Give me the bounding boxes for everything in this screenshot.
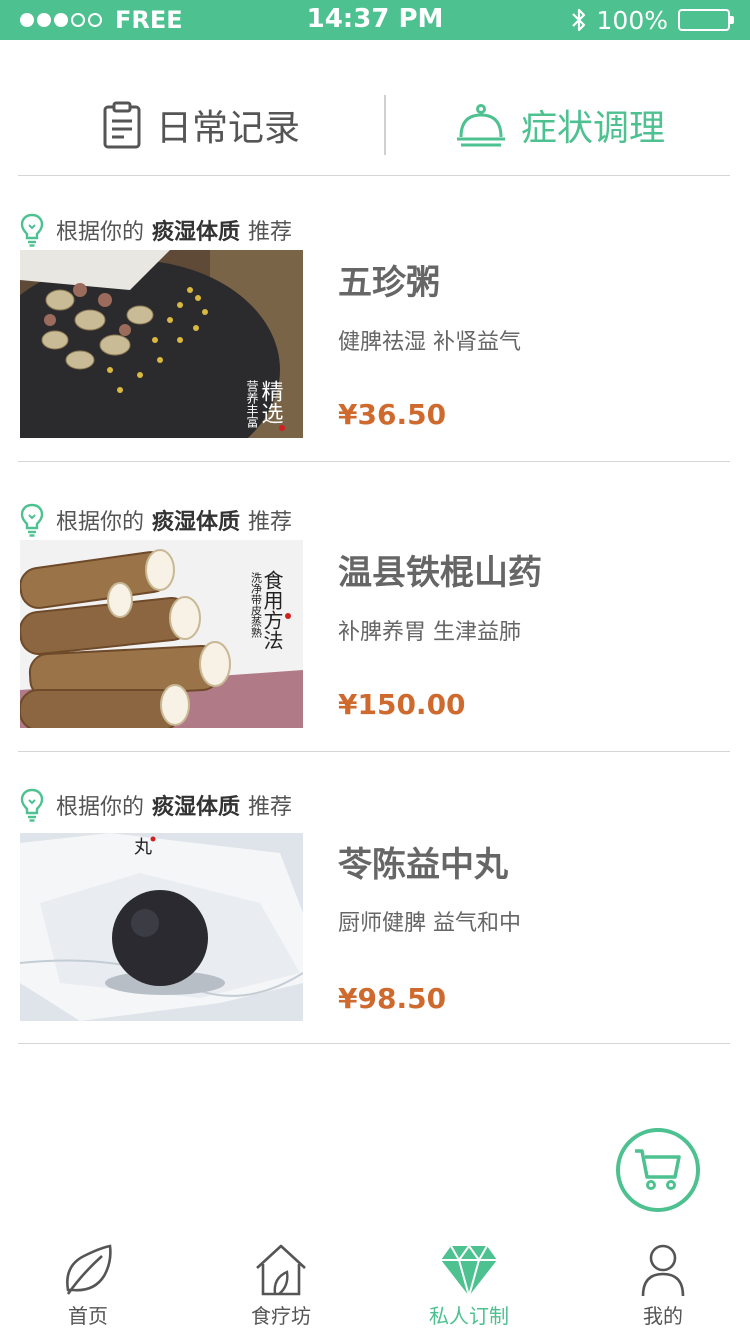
product-card[interactable]: 根据你的 痰湿体质 推荐 丸 苓陈益中丸 厨师健脾 益气和中 ¥98.50 xyxy=(0,785,750,1075)
rec-suffix: 推荐 xyxy=(248,510,293,535)
product-image[interactable]: 食用方法 洗净带皮蒸熟 xyxy=(20,540,303,728)
image-caption: 精选 xyxy=(258,380,284,424)
rec-prefix: 根据你的 xyxy=(56,510,145,535)
product-price: ¥98.50 xyxy=(338,982,447,1015)
divider xyxy=(18,175,730,176)
rec-suffix: 推荐 xyxy=(248,795,293,820)
tab-divider xyxy=(384,95,386,155)
recommendation-note: 根据你的 痰湿体质 推荐 xyxy=(20,210,292,250)
rec-suffix: 推荐 xyxy=(248,220,293,245)
rec-prefix: 根据你的 xyxy=(56,795,145,820)
lightbulb-icon xyxy=(20,788,44,822)
tab-home-label: 首页 xyxy=(68,1304,108,1328)
product-description: 厨师健脾 益气和中 xyxy=(338,911,521,936)
lightbulb-icon xyxy=(20,213,44,247)
tab-food-therapy[interactable]: 食疗坊 xyxy=(211,1234,351,1334)
tab-profile-label: 我的 xyxy=(643,1304,683,1328)
divider xyxy=(18,1043,730,1044)
constitution-type: 痰湿体质 xyxy=(152,220,241,245)
bottom-tab-bar: 首页 食疗坊 私人订制 我的 xyxy=(0,1234,750,1334)
product-price: ¥36.50 xyxy=(338,398,447,431)
tab-symptom-label: 症状调理 xyxy=(521,108,666,149)
recommendation-note: 根据你的 痰湿体质 推荐 xyxy=(20,500,292,540)
clipboard-icon xyxy=(103,101,141,149)
product-name[interactable]: 苓陈益中丸 xyxy=(338,837,508,886)
battery-percent: 100% xyxy=(596,5,668,35)
divider xyxy=(18,751,730,752)
product-price: ¥150.00 xyxy=(338,688,466,721)
cloche-icon xyxy=(457,104,505,147)
status-bar: FREE 14:37 PM 100% xyxy=(0,0,750,40)
user-icon xyxy=(641,1244,685,1297)
house-icon xyxy=(256,1244,306,1296)
tab-symptom-care[interactable]: 症状调理 xyxy=(455,95,665,155)
leaf-icon xyxy=(66,1244,112,1295)
product-name[interactable]: 温县铁棍山药 xyxy=(338,545,542,594)
image-caption: 食用方法 xyxy=(260,570,284,650)
tab-food-therapy-label: 食疗坊 xyxy=(251,1304,311,1328)
tab-private-custom-label: 私人订制 xyxy=(429,1304,509,1328)
product-description: 补脾养胃 生津益肺 xyxy=(338,620,521,645)
recommendation-note: 根据你的 痰湿体质 推荐 xyxy=(20,785,292,825)
tab-profile[interactable]: 我的 xyxy=(593,1234,733,1334)
bluetooth-icon xyxy=(571,8,585,32)
rec-prefix: 根据你的 xyxy=(56,220,145,245)
tab-daily-label: 日常记录 xyxy=(156,108,301,149)
product-card[interactable]: 根据你的 痰湿体质 推荐 食用方法 洗净带皮蒸熟 温县铁棍山药 补脾养胃 生津益… xyxy=(0,500,750,790)
cart-icon xyxy=(635,1149,681,1190)
cart-button[interactable] xyxy=(616,1128,700,1212)
product-image[interactable]: 精选 营养丰富 xyxy=(20,250,303,438)
constitution-type: 痰湿体质 xyxy=(152,795,241,820)
product-name[interactable]: 五珍粥 xyxy=(338,255,440,304)
top-tabs: 日常记录 症状调理 xyxy=(0,40,750,175)
tab-home[interactable]: 首页 xyxy=(18,1234,158,1334)
lightbulb-icon xyxy=(20,503,44,537)
diamond-icon xyxy=(441,1244,497,1298)
product-description: 健脾祛湿 补肾益气 xyxy=(338,330,521,355)
tab-daily-record[interactable]: 日常记录 xyxy=(102,95,300,155)
tab-private-custom[interactable]: 私人订制 xyxy=(399,1234,539,1334)
product-image[interactable]: 丸 xyxy=(20,833,303,1021)
image-caption: 丸 xyxy=(134,837,152,858)
product-card[interactable]: 根据你的 痰湿体质 推荐 精选 营养丰富 五珍粥 健脾祛湿 补肾益气 ¥36.5… xyxy=(0,210,750,500)
battery-icon xyxy=(678,9,734,31)
divider xyxy=(18,461,730,462)
image-caption-small: 营养丰富 xyxy=(245,380,259,429)
constitution-type: 痰湿体质 xyxy=(152,510,241,535)
image-caption-small: 洗净带皮蒸熟 xyxy=(250,572,263,638)
